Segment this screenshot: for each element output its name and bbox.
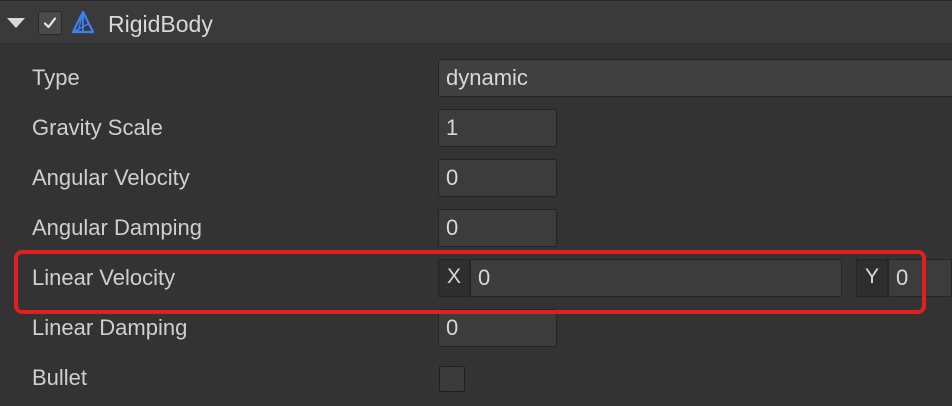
bullet-label: Bullet: [32, 365, 88, 390]
angular-damping-label: Angular Damping: [32, 215, 202, 240]
inspector-panel: RigidBody Type dynamic Gravity Scale 1 A…: [0, 0, 952, 406]
component-header: RigidBody: [0, 0, 952, 44]
gravity-scale-label: Gravity Scale: [32, 115, 163, 140]
linear-velocity-x-label: X: [438, 259, 470, 297]
linear-damping-label: Linear Damping: [32, 315, 188, 340]
bullet-checkbox[interactable]: [439, 366, 465, 392]
angular-velocity-input[interactable]: 0: [438, 159, 557, 197]
angular-velocity-label: Angular Velocity: [32, 165, 190, 190]
linear-velocity-y-label: Y: [856, 259, 888, 297]
checkmark-icon: [43, 17, 57, 29]
linear-velocity-y-input[interactable]: 0: [888, 259, 952, 297]
chevron-down-icon[interactable]: [7, 18, 25, 28]
linear-velocity-x-input[interactable]: 0: [470, 259, 842, 297]
linear-damping-input[interactable]: 0: [438, 309, 557, 347]
angular-damping-input[interactable]: 0: [438, 209, 557, 247]
component-title: RigidBody: [108, 11, 213, 37]
type-label: Type: [32, 65, 80, 90]
gravity-scale-input[interactable]: 1: [438, 109, 557, 147]
enable-checkbox[interactable]: [38, 11, 62, 35]
type-select[interactable]: dynamic: [438, 59, 952, 97]
linear-velocity-label: Linear Velocity: [32, 265, 176, 290]
rigidbody-icon: [71, 10, 95, 34]
